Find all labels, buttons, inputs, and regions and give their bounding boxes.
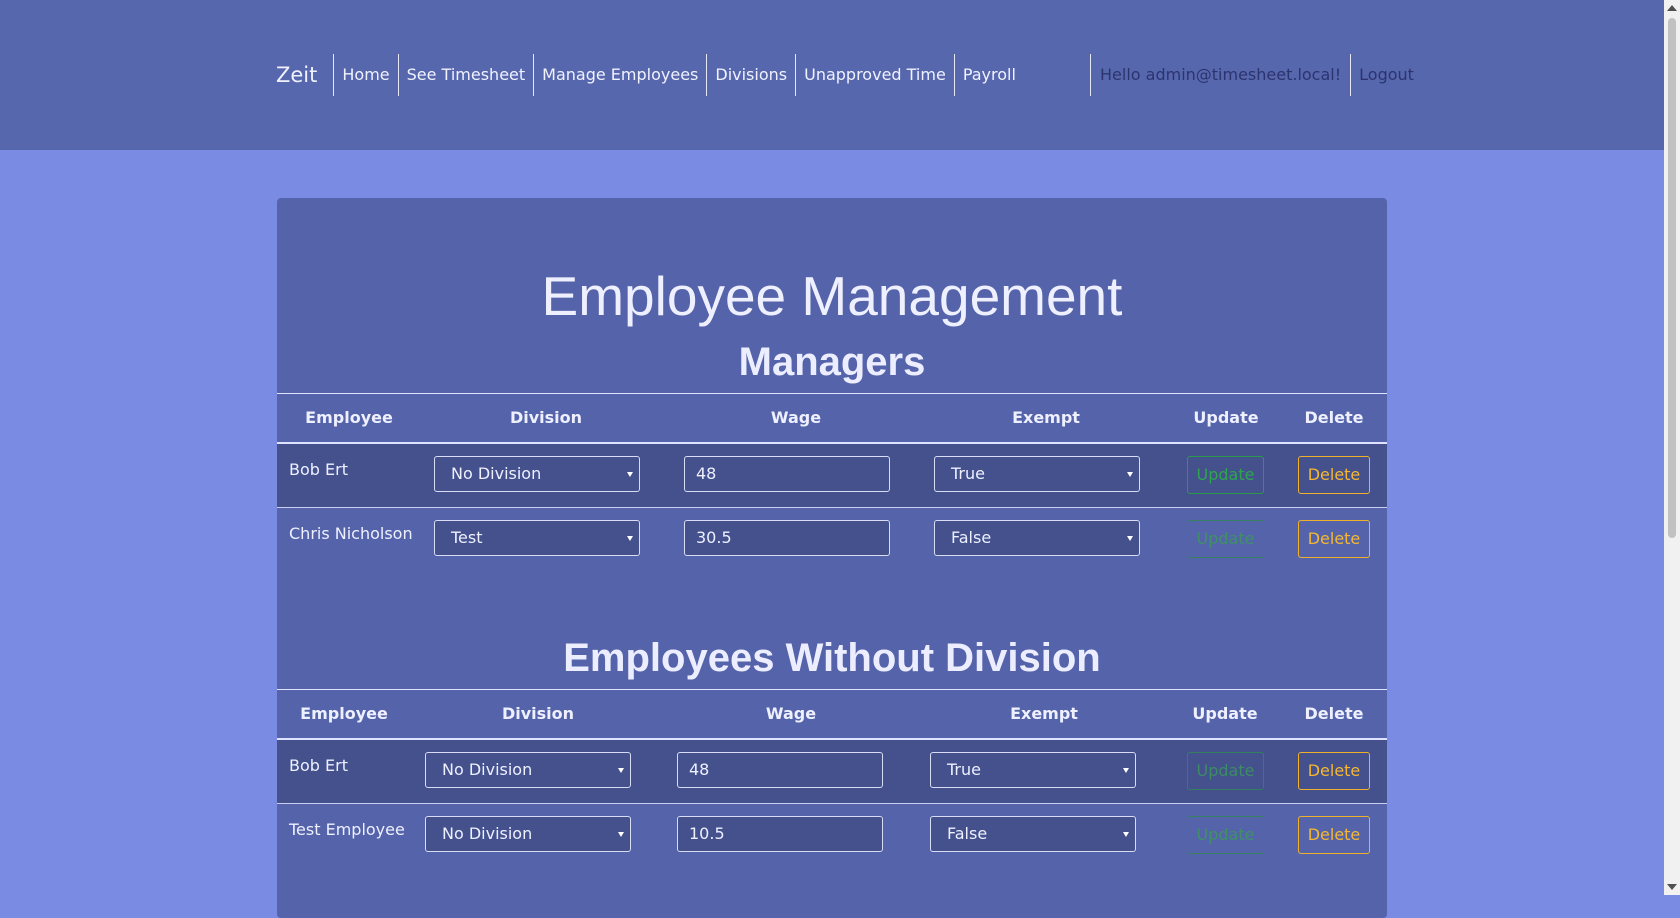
managers-table: Employee Division Wage Exempt Update Del… [277,393,1387,571]
col-division: Division [501,704,575,723]
section-title-managers: Managers [738,340,926,384]
wage-input[interactable]: 48 [677,752,883,788]
section-title-employees-without-division: Employees Without Division [563,636,1101,680]
col-employee: Employee [300,704,388,723]
col-delete: Delete [1304,704,1364,723]
division-select[interactable]: No Division [434,456,640,492]
col-wage: Wage [765,704,817,723]
employee-name: Test Employee [289,820,405,839]
top-navbar: Zeit Home See Timesheet Manage Employees… [0,0,1664,150]
col-wage: Wage [770,408,822,427]
user-area: Hello admin@timesheet.local! Logout [1090,54,1422,96]
wage-input[interactable]: 10.5 [677,816,883,852]
dropdown-arrow-icon [627,472,633,477]
exempt-value: False [947,824,988,843]
col-exempt: Exempt [1012,408,1080,427]
col-delete: Delete [1304,408,1364,427]
employee-management-card: Employee Management Managers Employee Di… [277,198,1387,918]
dropdown-arrow-icon [1123,832,1129,837]
table-header: Employee Division Wage Exempt Update Del… [277,393,1387,444]
division-value: No Division [442,824,533,843]
col-update: Update [1193,408,1259,427]
nav-unapproved-time-link[interactable]: Unapproved Time [796,54,955,96]
table-row: Chris Nicholson Test 30.5 False Update D… [277,508,1387,571]
scroll-thumb[interactable] [1668,18,1676,538]
table-row: Bob Ert No Division 48 True Update Delet… [277,444,1387,508]
delete-button[interactable]: Delete [1298,752,1370,790]
dropdown-arrow-icon [1127,472,1133,477]
dropdown-arrow-icon [1127,536,1133,541]
exempt-select[interactable]: False [934,520,1140,556]
dropdown-arrow-icon [627,536,633,541]
page-title: Employee Management [541,265,1123,327]
wage-input[interactable]: 30.5 [684,520,890,556]
nav-divisions-link[interactable]: Divisions [707,54,797,96]
division-select[interactable]: No Division [425,752,631,788]
logout-link[interactable]: Logout [1351,54,1422,96]
nav-links: Zeit Home See Timesheet Manage Employees… [268,54,1024,96]
division-value: No Division [442,760,533,779]
exempt-select[interactable]: True [930,752,1136,788]
employee-name: Bob Ert [289,460,348,479]
employee-name: Chris Nicholson [289,524,413,543]
division-select[interactable]: No Division [425,816,631,852]
division-value: Test [451,528,483,547]
wage-input[interactable]: 48 [684,456,890,492]
nav-manage-employees-link[interactable]: Manage Employees [534,54,708,96]
col-update: Update [1192,704,1258,723]
dropdown-arrow-icon [618,768,624,773]
brand-logo[interactable]: Zeit [268,54,335,96]
update-button[interactable]: Update [1187,752,1264,790]
dropdown-arrow-icon [1123,768,1129,773]
table-row: Test Employee No Division 10.5 False Upd… [277,804,1387,867]
user-greeting: Hello admin@timesheet.local! [1090,54,1352,96]
update-button[interactable]: Update [1187,456,1264,494]
table-header: Employee Division Wage Exempt Update Del… [277,689,1387,740]
nav-payroll-link[interactable]: Payroll [955,54,1024,96]
delete-button[interactable]: Delete [1298,816,1370,854]
exempt-select[interactable]: True [934,456,1140,492]
nav-see-timesheet-link[interactable]: See Timesheet [399,54,535,96]
update-button[interactable]: Update [1187,816,1264,854]
scroll-down-arrow-icon[interactable] [1667,884,1677,890]
exempt-value: False [951,528,992,547]
delete-button[interactable]: Delete [1298,520,1370,558]
col-exempt: Exempt [1010,704,1078,723]
exempt-value: True [947,760,981,779]
update-button[interactable]: Update [1187,520,1264,558]
scroll-up-arrow-icon[interactable] [1667,5,1677,11]
dropdown-arrow-icon [618,832,624,837]
col-division: Division [509,408,583,427]
col-employee: Employee [305,408,393,427]
delete-button[interactable]: Delete [1298,456,1370,494]
page-scrollbar[interactable] [1664,0,1680,895]
division-select[interactable]: Test [434,520,640,556]
exempt-value: True [951,464,985,483]
division-value: No Division [451,464,542,483]
employees-without-division-table: Employee Division Wage Exempt Update Del… [277,689,1387,867]
table-row: Bob Ert No Division 48 True Update Delet… [277,740,1387,804]
nav-home-link[interactable]: Home [334,54,399,96]
exempt-select[interactable]: False [930,816,1136,852]
employee-name: Bob Ert [289,756,348,775]
